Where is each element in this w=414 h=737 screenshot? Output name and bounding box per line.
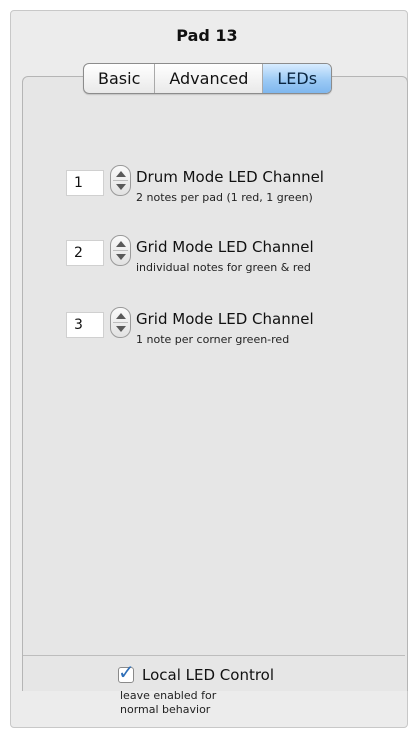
local-led-description-line1: leave enabled for — [120, 689, 217, 702]
grid-mode-channel-field[interactable]: 2 — [66, 240, 104, 266]
drum-mode-channel-field[interactable]: 1 — [66, 170, 104, 196]
stepper-up-icon[interactable] — [116, 241, 126, 247]
grid-mode-channel-stepper[interactable] — [110, 235, 131, 266]
stepper-up-icon[interactable] — [116, 313, 126, 319]
stepper-divider — [113, 322, 128, 323]
local-led-label[interactable]: Local LED Control — [142, 666, 274, 684]
tab-advanced[interactable]: Advanced — [154, 64, 262, 93]
stepper-down-icon[interactable] — [116, 254, 126, 260]
grid-mode-channel-label: Grid Mode LED Channel — [136, 238, 314, 256]
stepper-up-icon[interactable] — [116, 171, 126, 177]
stepper-divider — [113, 180, 128, 181]
tab-bar: Basic Advanced LEDs — [83, 63, 333, 94]
stepper-down-icon[interactable] — [116, 326, 126, 332]
local-led-description: leave enabled for normal behavior — [120, 689, 240, 717]
checkmark-icon: ✓ — [118, 660, 135, 684]
stepper-divider — [113, 250, 128, 251]
grid-corner-channel-label: Grid Mode LED Channel — [136, 310, 314, 328]
grid-corner-channel-description: 1 note per corner green-red — [136, 333, 290, 346]
grid-corner-channel-stepper[interactable] — [110, 307, 131, 338]
panel-title: Pad 13 — [176, 26, 238, 45]
drum-mode-channel-stepper[interactable] — [110, 165, 131, 196]
drum-mode-channel-label: Drum Mode LED Channel — [136, 168, 324, 186]
drum-mode-channel-description: 2 notes per pad (1 red, 1 green) — [136, 191, 313, 204]
footer-divider — [23, 655, 405, 656]
tab-basic[interactable]: Basic — [84, 64, 154, 93]
stepper-down-icon[interactable] — [116, 184, 126, 190]
tab-leds[interactable]: LEDs — [262, 64, 332, 93]
local-led-checkbox[interactable]: ✓ — [118, 662, 135, 683]
grid-corner-channel-field[interactable]: 3 — [66, 312, 104, 338]
grid-mode-channel-description: individual notes for green & red — [136, 261, 311, 274]
local-led-description-line2: normal behavior — [120, 703, 211, 716]
